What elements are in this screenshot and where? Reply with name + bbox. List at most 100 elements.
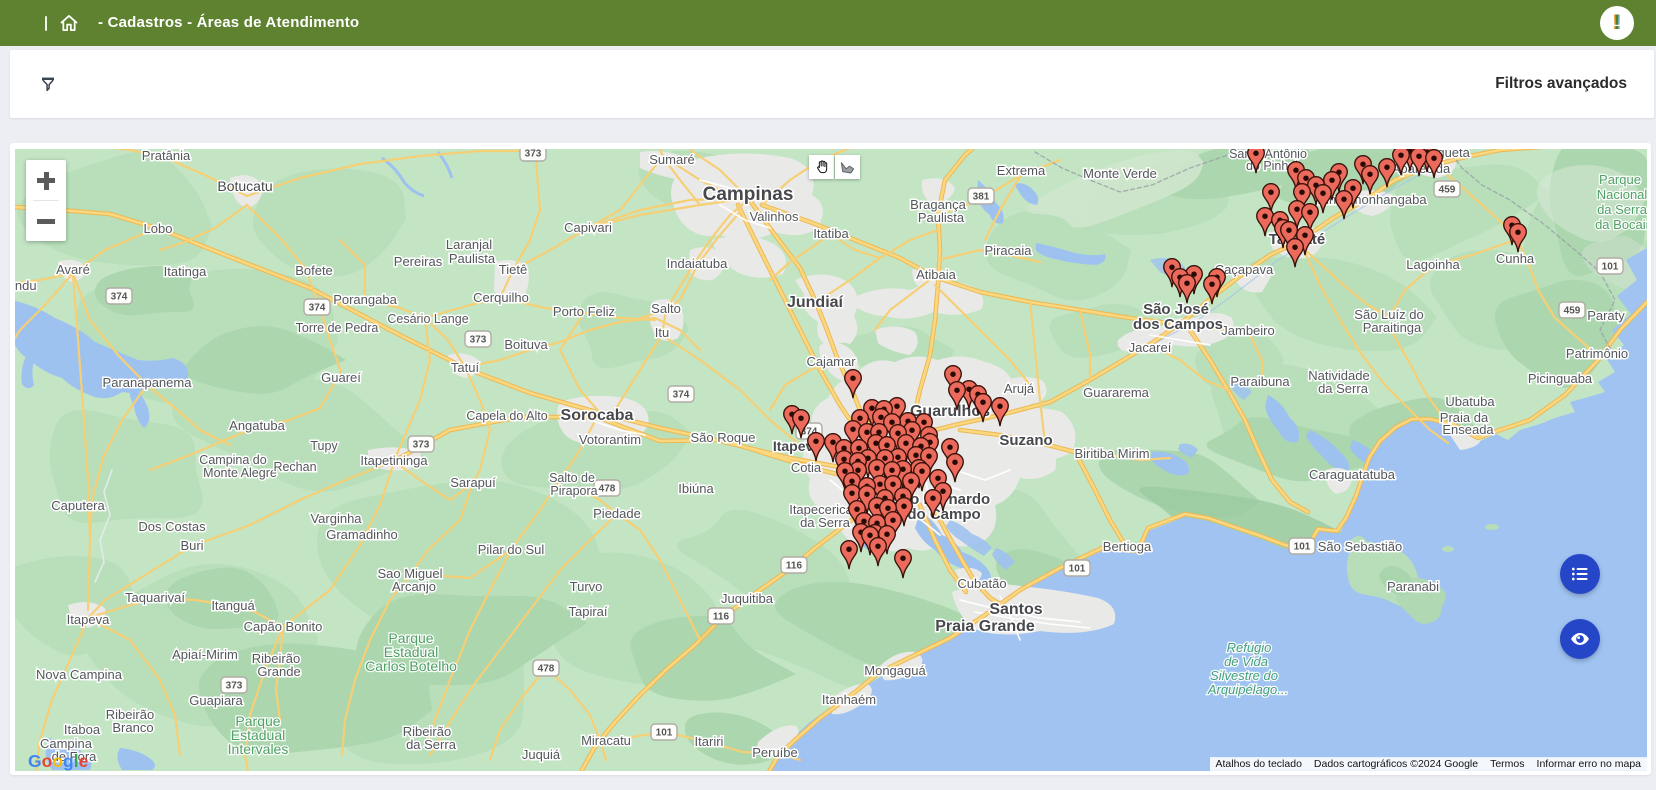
svg-text:Varginha: Varginha bbox=[310, 511, 362, 526]
svg-text:116: 116 bbox=[713, 612, 730, 623]
svg-text:Itariri: Itariri bbox=[695, 734, 724, 749]
svg-text:Itaboa: Itaboa bbox=[64, 722, 101, 737]
svg-text:Cunha: Cunha bbox=[1496, 251, 1535, 266]
svg-text:Paranabi: Paranabi bbox=[1387, 579, 1439, 594]
svg-text:Itanguá: Itanguá bbox=[211, 598, 255, 613]
svg-text:Ibiúna: Ibiúna bbox=[678, 481, 714, 496]
svg-text:Itapetininga: Itapetininga bbox=[360, 453, 428, 468]
svg-text:Salto: Salto bbox=[651, 301, 681, 316]
svg-text:Valinhos: Valinhos bbox=[750, 209, 799, 224]
svg-text:Indaiatuba: Indaiatuba bbox=[667, 256, 728, 271]
svg-text:Cesário Lange: Cesário Lange bbox=[387, 312, 468, 326]
svg-text:478: 478 bbox=[599, 484, 616, 495]
svg-text:Santos: Santos bbox=[989, 601, 1042, 618]
svg-text:Extrema: Extrema bbox=[997, 163, 1046, 178]
svg-text:Apiaí-Mirim: Apiaí-Mirim bbox=[172, 647, 238, 662]
svg-text:Pereiras: Pereiras bbox=[394, 254, 443, 269]
svg-text:da Serra: da Serra bbox=[1318, 381, 1369, 396]
svg-text:Patrimônio: Patrimônio bbox=[1566, 346, 1628, 361]
svg-text:Dos Costas: Dos Costas bbox=[138, 519, 206, 534]
svg-text:Rechan: Rechan bbox=[273, 460, 316, 474]
svg-text:Nova Campina: Nova Campina bbox=[36, 667, 123, 682]
svg-text:Enseada: Enseada bbox=[1442, 422, 1494, 437]
svg-text:374: 374 bbox=[111, 292, 128, 303]
svg-text:Laranjal: Laranjal bbox=[446, 237, 492, 252]
svg-text:da Serra: da Serra bbox=[800, 515, 851, 530]
svg-text:Bertioga: Bertioga bbox=[1103, 539, 1152, 554]
svg-text:Peruíbe: Peruíbe bbox=[752, 745, 798, 760]
svg-text:Paranapanema: Paranapanema bbox=[103, 375, 193, 390]
svg-text:Caraguatatuba: Caraguatatuba bbox=[1309, 467, 1396, 482]
svg-text:Sumaré: Sumaré bbox=[649, 152, 695, 167]
svg-text:Lobo: Lobo bbox=[144, 221, 173, 236]
svg-text:101: 101 bbox=[656, 728, 673, 739]
svg-text:Arquipélago...: Arquipélago... bbox=[1207, 682, 1288, 697]
svg-text:374: 374 bbox=[309, 303, 326, 314]
svg-text:Silvestre do: Silvestre do bbox=[1210, 668, 1278, 683]
svg-text:Porangaba: Porangaba bbox=[333, 292, 397, 307]
svg-text:Juquiá: Juquiá bbox=[522, 747, 561, 762]
svg-text:Taquarivaí: Taquarivaí bbox=[125, 590, 185, 605]
svg-text:Cerquilho: Cerquilho bbox=[473, 290, 529, 305]
svg-text:Monte Verde: Monte Verde bbox=[1083, 166, 1157, 181]
svg-text:Paraibuna: Paraibuna bbox=[1230, 374, 1290, 389]
svg-text:374: 374 bbox=[673, 390, 690, 401]
svg-text:Grande: Grande bbox=[257, 664, 300, 679]
svg-text:Jundiaí: Jundiaí bbox=[787, 294, 844, 311]
svg-text:Guapiara: Guapiara bbox=[189, 693, 243, 708]
svg-text:478: 478 bbox=[538, 664, 555, 675]
svg-text:Tietê: Tietê bbox=[499, 262, 527, 277]
svg-text:Arcanjo: Arcanjo bbox=[392, 579, 436, 594]
svg-text:Jacareí: Jacareí bbox=[1129, 340, 1172, 355]
svg-text:Nacional: Nacional bbox=[1597, 187, 1647, 202]
svg-text:Atibaia: Atibaia bbox=[916, 267, 957, 282]
svg-text:373: 373 bbox=[525, 149, 542, 160]
svg-text:Votorantim: Votorantim bbox=[579, 432, 641, 447]
svg-text:116: 116 bbox=[786, 561, 803, 572]
svg-text:Paulista: Paulista bbox=[449, 251, 496, 266]
svg-text:de Vida: de Vida bbox=[1224, 654, 1268, 669]
svg-text:Intervales: Intervales bbox=[228, 741, 289, 757]
svg-text:dos Campos: dos Campos bbox=[1133, 316, 1223, 333]
svg-text:Tatuí: Tatuí bbox=[451, 360, 480, 375]
svg-text:Itatinga: Itatinga bbox=[164, 264, 207, 279]
svg-text:Bofete: Bofete bbox=[295, 263, 333, 278]
svg-text:Torre de Pedra: Torre de Pedra bbox=[296, 321, 379, 335]
svg-text:Botucatu: Botucatu bbox=[217, 178, 272, 194]
svg-text:Campinas: Campinas bbox=[703, 184, 794, 205]
svg-text:Buri: Buri bbox=[180, 538, 203, 553]
svg-text:373: 373 bbox=[413, 440, 430, 451]
svg-text:Itanhaém: Itanhaém bbox=[822, 692, 876, 707]
svg-text:Turvo: Turvo bbox=[570, 579, 603, 594]
svg-text:Avaré: Avaré bbox=[56, 262, 90, 277]
svg-text:373: 373 bbox=[470, 335, 487, 346]
svg-text:101: 101 bbox=[1294, 542, 1311, 553]
svg-text:Pilar do Sul: Pilar do Sul bbox=[478, 542, 545, 557]
svg-text:São Roque: São Roque bbox=[690, 430, 755, 445]
svg-text:Itu: Itu bbox=[655, 325, 669, 340]
svg-text:Sorocaba: Sorocaba bbox=[561, 407, 634, 424]
svg-text:Tapiraí: Tapiraí bbox=[568, 604, 607, 619]
svg-text:Caputera: Caputera bbox=[51, 498, 105, 513]
svg-text:randu: randu bbox=[15, 278, 37, 293]
svg-text:Lagoinha: Lagoinha bbox=[1406, 257, 1460, 272]
svg-text:381: 381 bbox=[973, 192, 990, 203]
svg-text:Praia Grande: Praia Grande bbox=[935, 618, 1035, 635]
svg-text:da Serra: da Serra bbox=[1597, 202, 1647, 217]
svg-text:Capão Bonito: Capão Bonito bbox=[244, 619, 323, 634]
svg-text:Biritiba Mirim: Biritiba Mirim bbox=[1074, 446, 1149, 461]
svg-text:373: 373 bbox=[226, 681, 243, 692]
svg-text:Guararema: Guararema bbox=[1083, 385, 1150, 400]
svg-text:Monte Alegre: Monte Alegre bbox=[203, 466, 277, 480]
svg-text:Paraty: Paraty bbox=[1587, 308, 1625, 323]
svg-text:Cotia: Cotia bbox=[791, 460, 822, 475]
svg-text:Cubatão: Cubatão bbox=[957, 576, 1006, 591]
svg-text:459: 459 bbox=[1564, 306, 1581, 317]
svg-text:Piedade: Piedade bbox=[593, 506, 641, 521]
svg-text:Picinguaba: Picinguaba bbox=[1528, 371, 1593, 386]
svg-text:Miracatu: Miracatu bbox=[581, 733, 631, 748]
svg-text:Piracaia: Piracaia bbox=[985, 243, 1033, 258]
svg-text:Ubatuba: Ubatuba bbox=[1445, 394, 1495, 409]
svg-text:Campina do: Campina do bbox=[199, 453, 266, 467]
svg-text:Capela do Alto: Capela do Alto bbox=[466, 409, 547, 423]
